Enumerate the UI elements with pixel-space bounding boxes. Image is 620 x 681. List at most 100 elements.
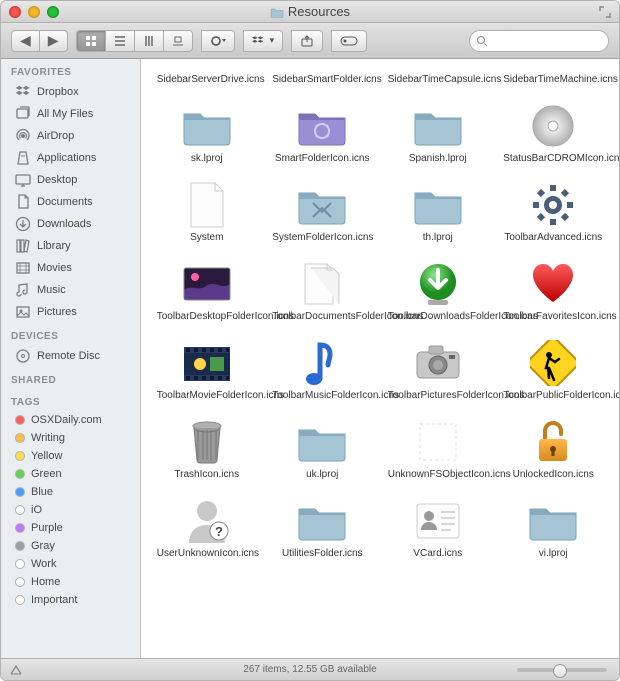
file-item[interactable]: th.lproj [382,181,494,254]
sidebar-item-allmyfiles[interactable]: All My Files [1,103,140,125]
sidebar-item-desktop[interactable]: Desktop [1,169,140,191]
file-label: SidebarTimeCapsule.icns [388,74,488,96]
file-item[interactable]: SystemFolderIcon.icns [267,181,379,254]
file-item[interactable]: uk.lproj [267,418,379,491]
file-item[interactable]: StatusBarCDROMIcon.icns [498,102,610,175]
path-icon[interactable] [9,663,23,677]
file-item[interactable]: System [151,181,263,254]
file-item[interactable]: UnlockedIcon.icns [498,418,610,491]
file-label: UnknownFSObjectIcon.icns [388,469,488,491]
fullscreen-icon[interactable] [599,6,611,18]
search-input[interactable] [491,35,602,47]
publicsign-icon [521,339,585,387]
sidebar-item-airdrop[interactable]: AirDrop [1,125,140,147]
sidebar-item-label: Library [37,240,71,252]
file-item[interactable]: UnknownFSObjectIcon.icns [382,418,494,491]
desktopfolder-icon [175,260,239,308]
tag-dot-icon [15,595,25,605]
sidebar-item-music[interactable]: Music [1,279,140,301]
file-item[interactable]: ToolbarPicturesFolderIcon.icns [382,339,494,412]
sidebar-section-header[interactable]: TAGS [1,389,140,411]
list-view-button[interactable] [105,30,134,52]
tag-dot-icon [15,469,25,479]
file-item[interactable]: ToolbarMusicFolderIcon.icns [267,339,379,412]
file-item[interactable]: ToolbarFavoritesIcon.icns [498,260,610,333]
file-item[interactable]: ToolbarPublicFolderIcon.icns [498,339,610,412]
icon-view-button[interactable] [76,30,105,52]
sidebar-item-label: Purple [31,522,63,534]
file-label: VCard.icns [388,548,488,570]
file-label: ToolbarDocumentsFolderIcon.icns [272,311,372,333]
sidebar-section-header[interactable]: FAVORITES [1,59,140,81]
sidebar-item-purple[interactable]: Purple [1,519,140,537]
sidebar-item-gray[interactable]: Gray [1,537,140,555]
file-grid[interactable]: SidebarServerDrive.icns SidebarSmartFolde… [141,59,619,658]
tag-dot-icon [15,577,25,587]
back-button[interactable]: ◀ [11,30,39,52]
sidebar-item-yellow[interactable]: Yellow [1,447,140,465]
sidebar-item-osxdailycom[interactable]: OSXDaily.com [1,411,140,429]
userq-icon: ? [175,497,239,545]
sidebar-item-green[interactable]: Green [1,465,140,483]
sidebar-item-home[interactable]: Home [1,573,140,591]
maximize-button[interactable] [47,6,59,18]
file-label: SidebarServerDrive.icns [157,74,257,96]
sidebar-item-dropbox[interactable]: Dropbox [1,81,140,103]
file-item[interactable]: SmartFolderIcon.icns [267,102,379,175]
file-item[interactable]: sk.lproj [151,102,263,175]
dropbox-button[interactable]: ▾ [243,30,284,52]
file-item[interactable]: SidebarSmartFolder.icns [267,63,379,96]
file-item[interactable]: TrashIcon.icns [151,418,263,491]
file-item[interactable]: vi.lproj [498,497,610,570]
file-item[interactable]: ToolbarAdvanced.icns [498,181,610,254]
zoom-slider[interactable] [517,668,607,672]
file-label: ToolbarDownloadsFolderIcon.icns [388,311,488,333]
sidebar-item-label: Documents [37,196,93,208]
file-label: Spanish.lproj [388,153,488,175]
forward-button[interactable]: ▶ [39,30,68,52]
titlebar[interactable]: Resources [1,1,619,23]
sidebar-item-io[interactable]: iO [1,501,140,519]
sidebar-item-label: Work [31,558,56,570]
sidebar-item-work[interactable]: Work [1,555,140,573]
share-button[interactable] [291,30,323,52]
sidebar-item-pictures[interactable]: Pictures [1,301,140,323]
file-item[interactable]: ToolbarDesktopFolderIcon.icns [151,260,263,333]
file-item[interactable]: SidebarTimeCapsule.icns [382,63,494,96]
sidebar-section-header[interactable]: DEVICES [1,323,140,345]
sidebar-item-label: Movies [37,262,72,274]
coverflow-view-button[interactable] [163,30,193,52]
column-view-button[interactable] [134,30,163,52]
file-item[interactable]: ?UserUnknownIcon.icns [151,497,263,570]
file-item[interactable]: Spanish.lproj [382,102,494,175]
sidebar-item-label: Dropbox [37,86,79,98]
sidebar-item-blue[interactable]: Blue [1,483,140,501]
sidebar-item-label: Important [31,594,77,606]
sidebar-item-documents[interactable]: Documents [1,191,140,213]
status-text: 267 items, 12.55 GB available [243,664,376,675]
sidebar-section-header[interactable]: SHARED [1,367,140,389]
folder-icon [270,6,284,18]
sidebar-item-remotedisc[interactable]: Remote Disc [1,345,140,367]
sidebar-item-important[interactable]: Important [1,591,140,609]
file-label: th.lproj [388,232,488,254]
sidebar-item-applications[interactable]: Applications [1,147,140,169]
gear-icon [521,181,585,229]
sidebar-item-writing[interactable]: Writing [1,429,140,447]
file-item[interactable]: ToolbarDownloadsFolderIcon.icns [382,260,494,333]
sidebar-item-label: OSXDaily.com [31,414,102,426]
tags-button[interactable] [331,30,367,52]
search-field[interactable] [469,30,609,52]
file-item[interactable]: VCard.icns [382,497,494,570]
sidebar-item-downloads[interactable]: Downloads [1,213,140,235]
sidebar-item-movies[interactable]: Movies [1,257,140,279]
file-item[interactable]: ToolbarMovieFolderIcon.icns [151,339,263,412]
file-item[interactable]: ToolbarDocumentsFolderIcon.icns [267,260,379,333]
file-item[interactable]: SidebarTimeMachine.icns [498,63,610,96]
close-button[interactable] [9,6,21,18]
action-menu-button[interactable] [201,30,235,52]
file-item[interactable]: UtilitiesFolder.icns [267,497,379,570]
file-item[interactable]: SidebarServerDrive.icns [151,63,263,96]
sidebar-item-library[interactable]: Library [1,235,140,257]
minimize-button[interactable] [28,6,40,18]
